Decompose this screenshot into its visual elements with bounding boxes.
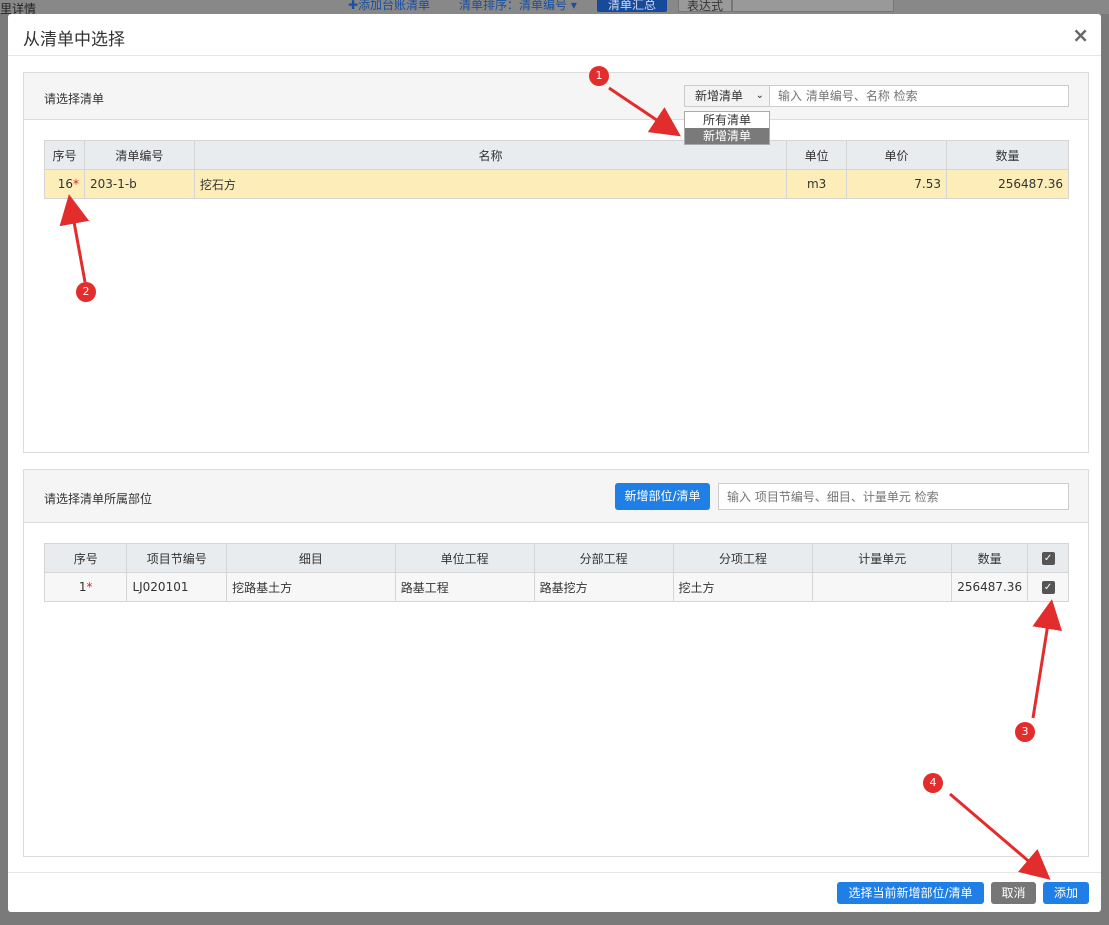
annotation-marker-1: 1 [589, 66, 609, 86]
annotation-marker-4: 4 [923, 773, 943, 793]
annotation-marker-2: 2 [76, 282, 96, 302]
annotation-arrows [59, 86, 1063, 880]
annotation-marker-3: 3 [1015, 722, 1035, 742]
